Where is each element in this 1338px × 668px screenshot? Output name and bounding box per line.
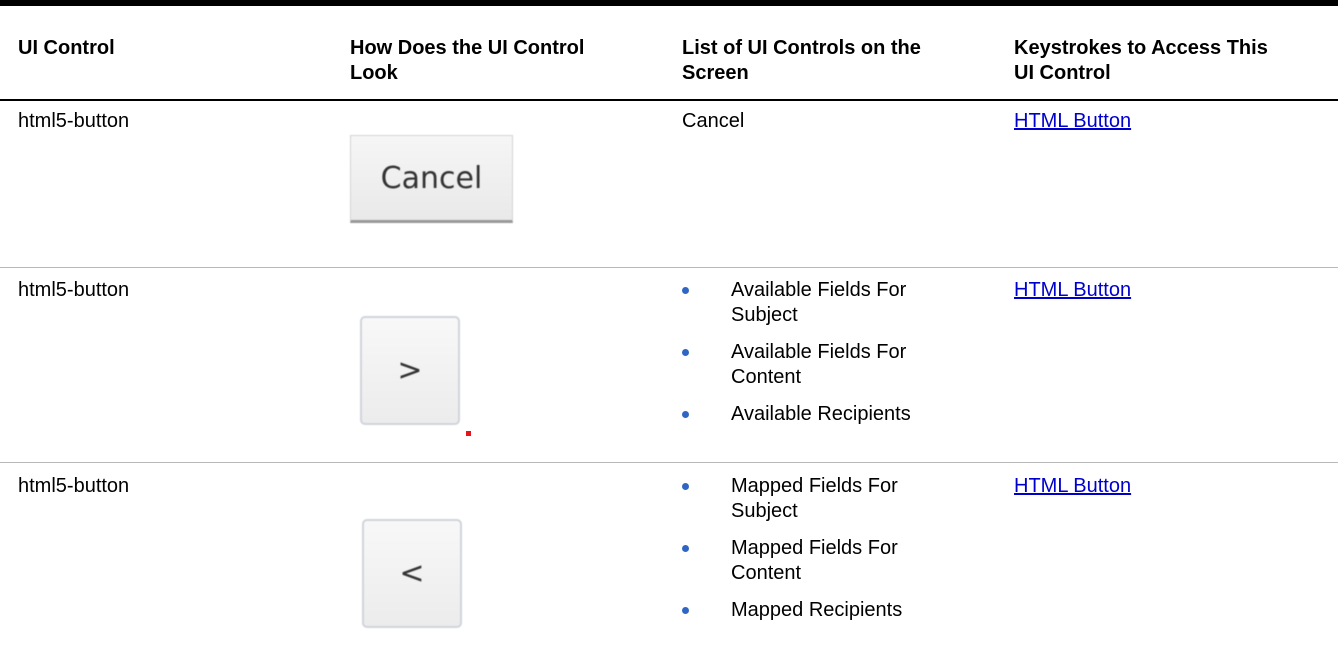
table-row-1-ui-control: html5-button: [18, 110, 130, 132]
bullet-icon: [682, 545, 689, 552]
html-button-link-3[interactable]: HTML Button: [1014, 474, 1131, 499]
list-item: Available Recipients: [682, 402, 961, 427]
move-left-button-preview: <: [362, 519, 462, 628]
bullet-icon: [682, 349, 689, 356]
list-item: Available Fields For Subject: [682, 278, 961, 328]
table-row-1-screen-control: Cancel: [682, 110, 745, 132]
row-rule-1: [0, 267, 1338, 268]
chevron-left-icon: <: [399, 556, 425, 591]
row-rule-2: [0, 462, 1338, 463]
table-row-2-ui-control: html5-button: [18, 279, 130, 301]
header-ui-control: UI Control: [18, 37, 115, 59]
html-button-link-2[interactable]: HTML Button: [1014, 278, 1131, 303]
bullet-icon: [682, 607, 689, 614]
chevron-right-icon: >: [397, 353, 423, 388]
cancel-button-preview: Cancel: [350, 135, 513, 223]
table-row-3-ui-control: html5-button: [18, 475, 130, 497]
row-3-screen-control-list: Mapped Fields For Subject Mapped Fields …: [682, 474, 961, 623]
bullet-icon: [682, 483, 689, 490]
red-marker: [466, 431, 471, 436]
list-item: Available Fields For Content: [682, 340, 961, 390]
bullet-icon: [682, 287, 689, 294]
row-2-screen-control-list: Available Fields For Subject Available F…: [682, 278, 961, 427]
header-how-it-looks: How Does the UI Control Look: [350, 37, 585, 84]
html-button-link-1[interactable]: HTML Button: [1014, 109, 1131, 134]
header-rule: [0, 99, 1338, 101]
header-screen-controls: List of UI Controls on the Screen: [682, 37, 921, 84]
cancel-button-preview-label: Cancel: [380, 160, 483, 196]
list-item: Mapped Fields For Subject: [682, 474, 961, 524]
header-keystrokes: Keystrokes to Access This UI Control: [1014, 37, 1268, 84]
move-right-button-preview: >: [360, 316, 460, 425]
table-top-rule: [0, 0, 1338, 6]
list-item: Mapped Fields For Content: [682, 536, 961, 586]
bullet-icon: [682, 411, 689, 418]
list-item: Mapped Recipients: [682, 598, 961, 623]
